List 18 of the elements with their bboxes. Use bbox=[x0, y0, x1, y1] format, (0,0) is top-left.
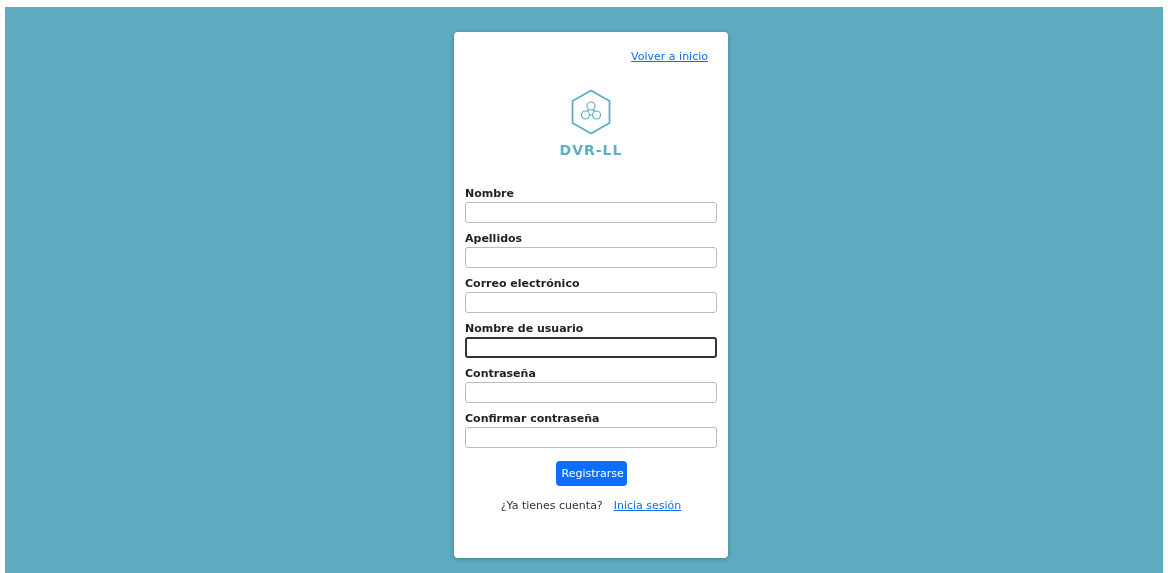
input-field[interactable] bbox=[465, 382, 717, 403]
register-button[interactable]: Registrarse bbox=[555, 461, 627, 486]
back-link[interactable]: Volver a inicio bbox=[631, 50, 708, 63]
input-field[interactable] bbox=[465, 202, 717, 223]
field-label: Nombre de usuario bbox=[465, 322, 584, 335]
field-label: Correo electrónico bbox=[465, 277, 580, 290]
input-field[interactable] bbox=[465, 427, 717, 448]
field-label: Nombre bbox=[465, 187, 514, 200]
field-label: Confirmar contraseña bbox=[465, 412, 600, 425]
brand-name: DVR-LL bbox=[558, 142, 624, 158]
account-prompt: ¿Ya tienes cuenta? bbox=[500, 499, 603, 512]
login-link[interactable]: Inicia sesión bbox=[613, 499, 682, 512]
input-field[interactable] bbox=[465, 292, 717, 313]
input-field[interactable] bbox=[465, 247, 717, 268]
field-label: Contraseña bbox=[465, 367, 536, 380]
hexagon-logo-icon bbox=[570, 89, 612, 135]
field-label: Apellidos bbox=[465, 232, 523, 245]
input-field[interactable] bbox=[465, 337, 717, 358]
